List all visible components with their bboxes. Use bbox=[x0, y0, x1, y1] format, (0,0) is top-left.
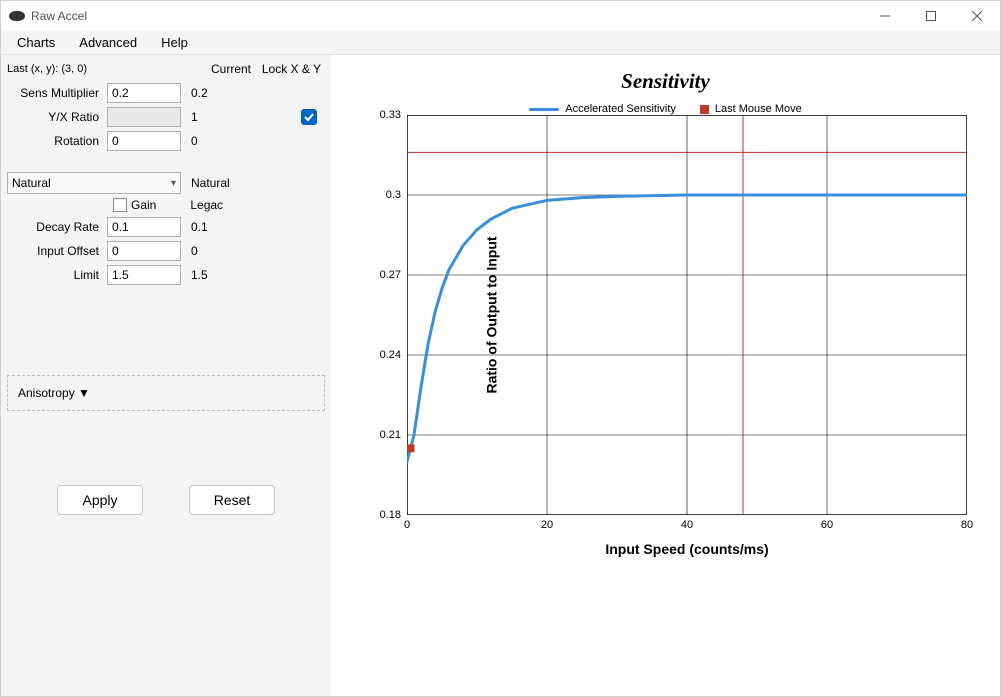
chart-legend: Accelerated Sensitivity Last Mouse Move bbox=[331, 103, 1000, 115]
anisotropy-label: Anisotropy ▼ bbox=[18, 386, 90, 400]
row-mode: Natural ▾ Natural bbox=[7, 171, 325, 195]
row-sens-multiplier: Sens Multiplier 0.2 bbox=[7, 81, 325, 105]
decay-rate-label: Decay Rate bbox=[7, 220, 107, 234]
sens-multiplier-label: Sens Multiplier bbox=[7, 86, 107, 100]
app-icon bbox=[9, 11, 25, 21]
close-button[interactable] bbox=[954, 1, 1000, 31]
current-header: Current bbox=[211, 62, 255, 76]
limit-label: Limit bbox=[7, 268, 107, 282]
lock-xy-cell bbox=[225, 109, 325, 125]
titlebar: Raw Accel bbox=[1, 1, 1000, 31]
window-controls bbox=[862, 1, 1000, 31]
gain-label: Gain bbox=[131, 198, 156, 212]
reset-button[interactable]: Reset bbox=[189, 485, 275, 515]
window-title: Raw Accel bbox=[31, 9, 87, 23]
apply-button[interactable]: Apply bbox=[57, 485, 143, 515]
gain-checkbox[interactable] bbox=[113, 198, 127, 212]
y-tick-label: 0.24 bbox=[380, 349, 407, 361]
sens-multiplier-current: 0.2 bbox=[181, 86, 225, 100]
decay-rate-input[interactable] bbox=[107, 217, 181, 237]
settings-panel: Last (x, y): (3, 0) Current Lock X & Y S… bbox=[1, 55, 331, 696]
input-offset-input[interactable] bbox=[107, 241, 181, 261]
legend-last-move-label: Last Mouse Move bbox=[715, 103, 802, 115]
legend-accelerated-label: Accelerated Sensitivity bbox=[565, 103, 676, 115]
sens-multiplier-input[interactable] bbox=[107, 83, 181, 103]
last-xy-label: Last (x, y): (3, 0) bbox=[7, 63, 137, 75]
maximize-button[interactable] bbox=[908, 1, 954, 31]
row-gain: Gain Legac bbox=[113, 195, 325, 215]
chart-panel: Sensitivity Accelerated Sensitivity Last… bbox=[331, 55, 1000, 696]
x-tick-label: 60 bbox=[821, 515, 833, 531]
mode-current: Natural bbox=[181, 176, 230, 190]
row-yx-ratio: Y/X Ratio 1 bbox=[7, 105, 325, 129]
y-tick-label: 0.21 bbox=[380, 429, 407, 441]
y-tick-label: 0.27 bbox=[380, 269, 407, 281]
lock-header: Lock X & Y bbox=[255, 62, 325, 76]
gain-current: Legac bbox=[190, 198, 223, 212]
chart-title: Sensitivity bbox=[331, 69, 1000, 94]
chart-area: Ratio of Output to Input Input Speed (co… bbox=[407, 115, 967, 515]
yx-ratio-current: 1 bbox=[181, 110, 225, 124]
minimize-button[interactable] bbox=[862, 1, 908, 31]
app-window: Raw Accel Charts Advanced Help Last (x, … bbox=[0, 0, 1001, 697]
yx-ratio-label: Y/X Ratio bbox=[7, 110, 107, 124]
menu-advanced[interactable]: Advanced bbox=[67, 31, 149, 54]
legend-last-move: Last Mouse Move bbox=[700, 103, 802, 115]
x-tick-label: 40 bbox=[681, 515, 693, 531]
chevron-down-icon: ▾ bbox=[171, 178, 176, 189]
panel-header: Last (x, y): (3, 0) Current Lock X & Y bbox=[7, 59, 325, 79]
decay-rate-current: 0.1 bbox=[181, 220, 225, 234]
menubar: Charts Advanced Help bbox=[1, 31, 1000, 55]
mode-select[interactable]: Natural ▾ bbox=[7, 172, 181, 194]
input-offset-current: 0 bbox=[181, 244, 225, 258]
row-rotation: Rotation 0 bbox=[7, 129, 325, 153]
button-row: Apply Reset bbox=[1, 485, 331, 515]
legend-accelerated: Accelerated Sensitivity bbox=[529, 103, 676, 115]
x-tick-label: 20 bbox=[541, 515, 553, 531]
legend-square-icon bbox=[700, 105, 709, 114]
rotation-current: 0 bbox=[181, 134, 225, 148]
rotation-input[interactable] bbox=[107, 131, 181, 151]
x-tick-label: 80 bbox=[961, 515, 973, 531]
check-icon bbox=[304, 112, 314, 122]
row-decay-rate: Decay Rate 0.1 bbox=[7, 215, 325, 239]
limit-current: 1.5 bbox=[181, 268, 225, 282]
row-input-offset: Input Offset 0 bbox=[7, 239, 325, 263]
limit-input[interactable] bbox=[107, 265, 181, 285]
mode-select-value: Natural bbox=[12, 176, 51, 190]
anisotropy-section[interactable]: Anisotropy ▼ bbox=[7, 375, 325, 411]
menu-help[interactable]: Help bbox=[149, 31, 200, 54]
lock-xy-checkbox[interactable] bbox=[301, 109, 317, 125]
menu-charts[interactable]: Charts bbox=[5, 31, 67, 54]
legend-line-icon bbox=[529, 108, 559, 111]
y-tick-label: 0.18 bbox=[380, 509, 407, 521]
rotation-label: Rotation bbox=[7, 134, 107, 148]
y-axis-label: Ratio of Output to Input bbox=[484, 236, 500, 393]
row-limit: Limit 1.5 bbox=[7, 263, 325, 287]
yx-ratio-input bbox=[107, 107, 181, 127]
input-offset-label: Input Offset bbox=[7, 244, 107, 258]
y-tick-label: 0.33 bbox=[380, 109, 407, 121]
body: Last (x, y): (3, 0) Current Lock X & Y S… bbox=[1, 55, 1000, 696]
x-axis-label: Input Speed (counts/ms) bbox=[407, 541, 967, 557]
y-tick-label: 0.3 bbox=[386, 189, 407, 201]
